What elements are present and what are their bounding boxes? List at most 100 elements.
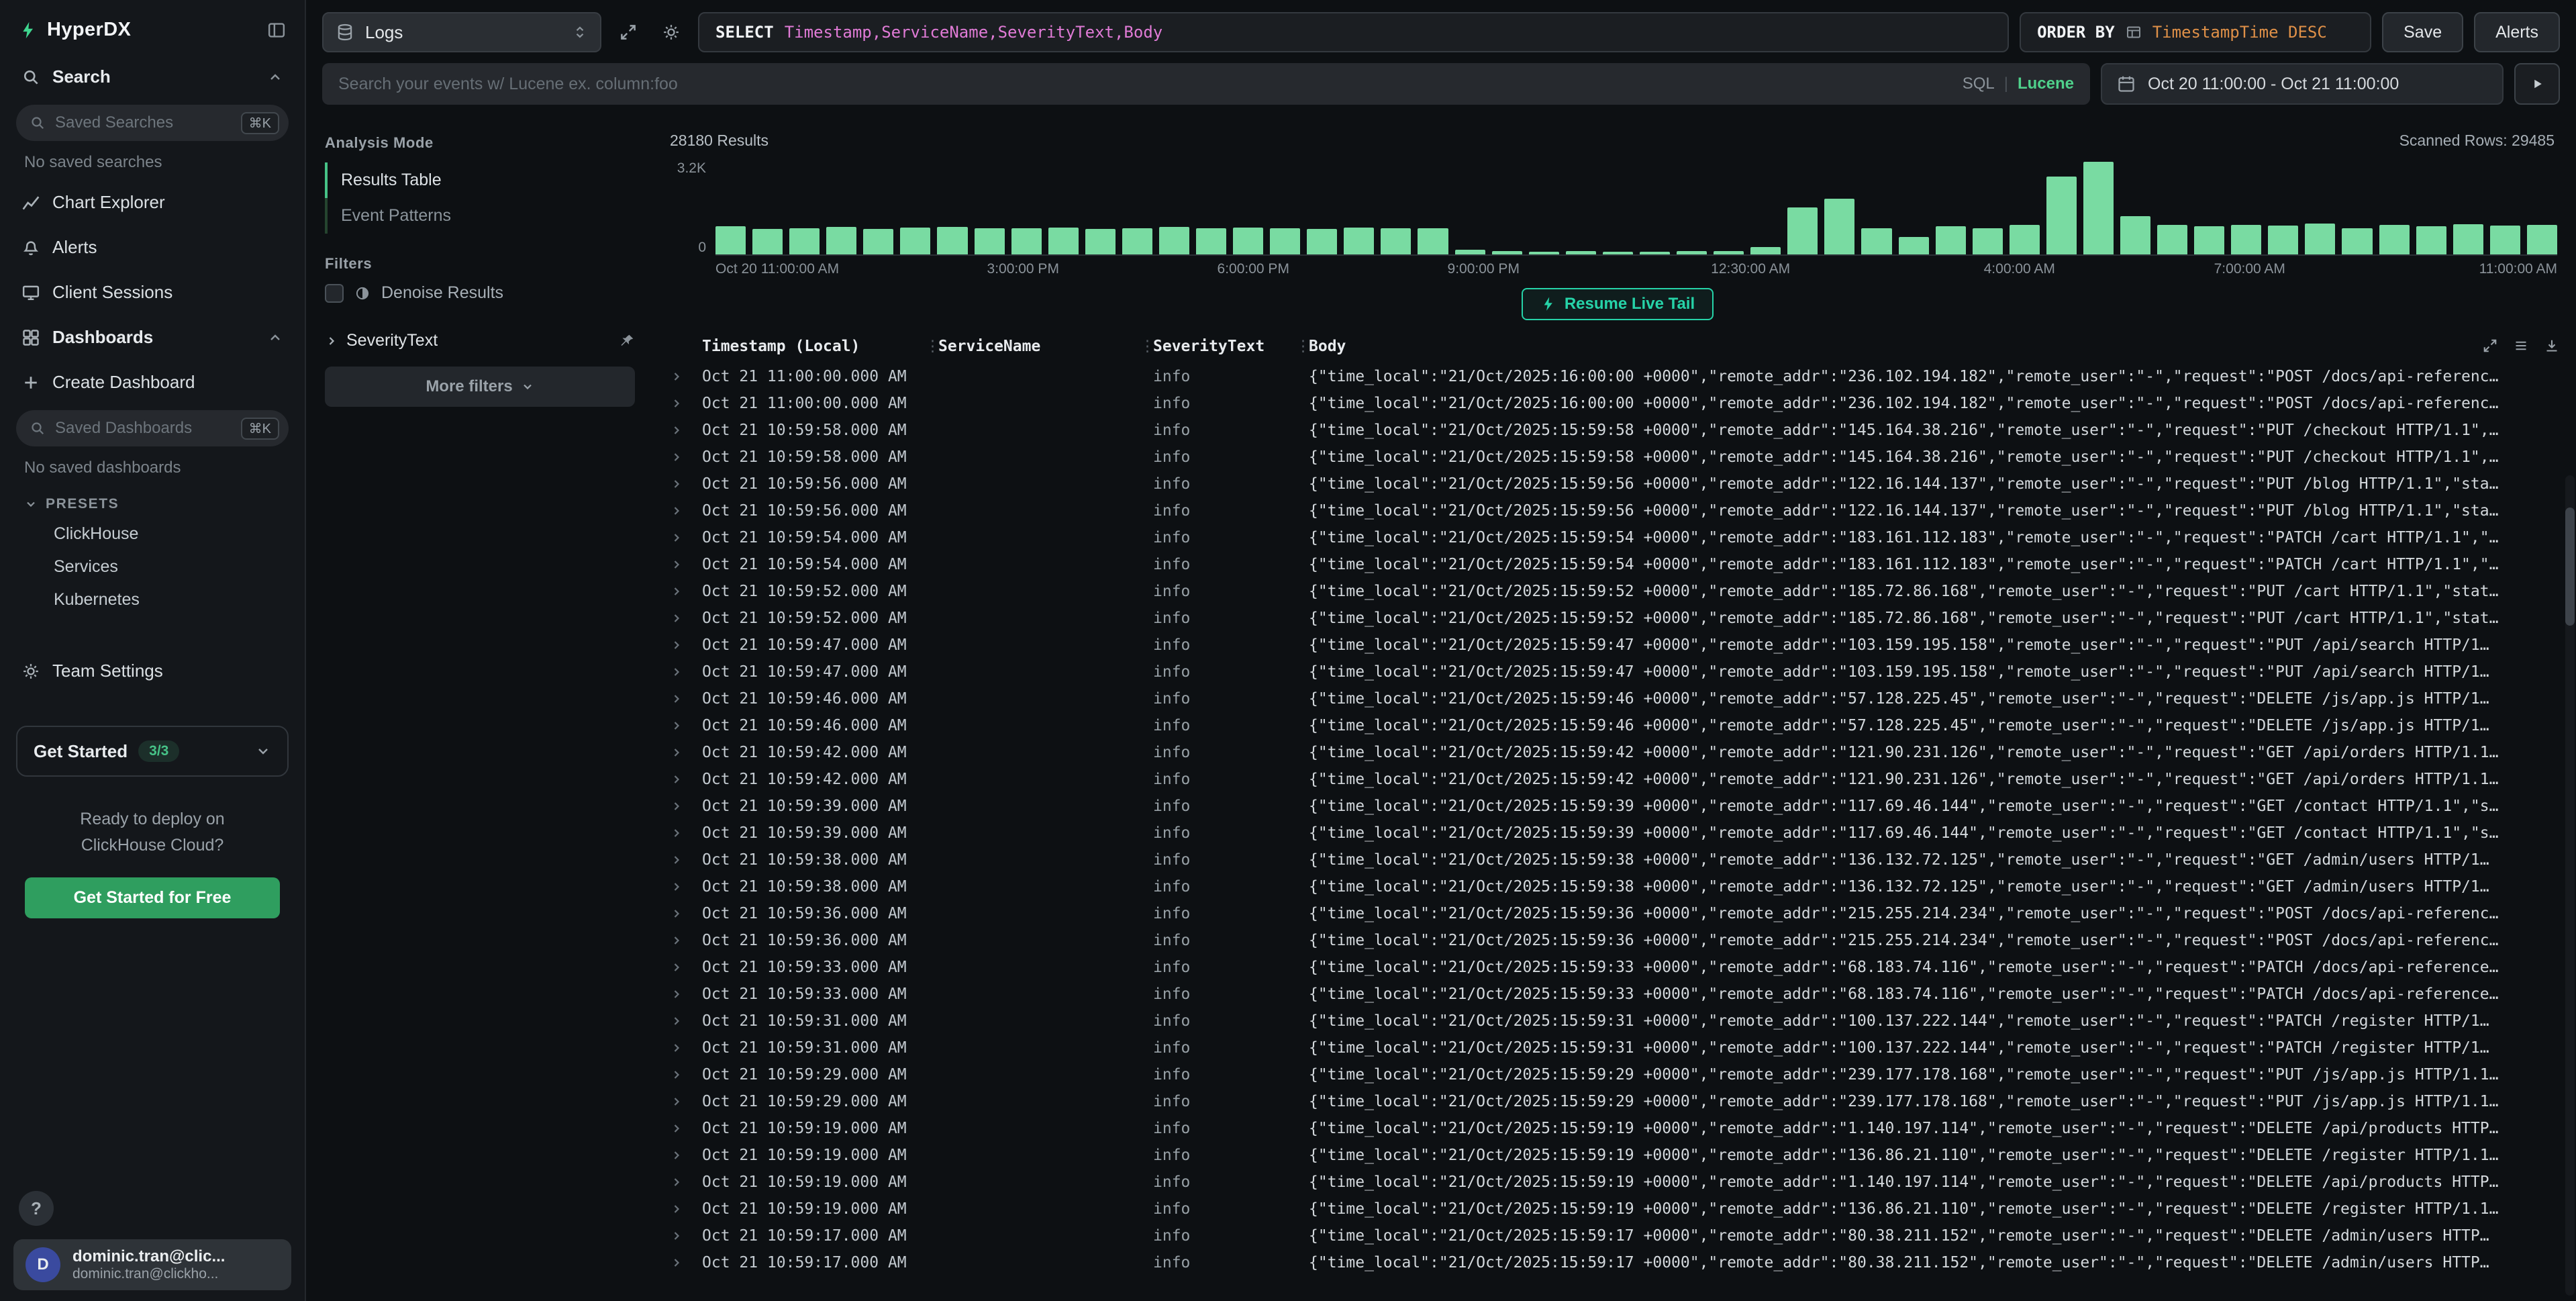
- table-expand-icon[interactable]: [2482, 338, 2498, 354]
- log-row[interactable]: Oct 21 10:59:36.000 AM info {"time_local…: [659, 900, 2576, 927]
- chevron-right-icon[interactable]: [670, 773, 683, 786]
- resize-input-button[interactable]: [612, 13, 644, 51]
- histogram-bar[interactable]: [1750, 247, 1781, 254]
- histogram-bar[interactable]: [1196, 228, 1226, 254]
- histogram-bar[interactable]: [2342, 228, 2372, 254]
- log-row[interactable]: Oct 21 10:59:52.000 AM info {"time_local…: [659, 605, 2576, 632]
- log-row[interactable]: Oct 21 10:59:36.000 AM info {"time_local…: [659, 927, 2576, 954]
- sidebar-item-search[interactable]: Search: [13, 57, 291, 97]
- pin-icon[interactable]: [619, 333, 635, 349]
- chevron-right-icon[interactable]: [670, 370, 683, 383]
- chevron-right-icon[interactable]: [670, 1095, 683, 1108]
- log-row[interactable]: Oct 21 11:00:00.000 AM info {"time_local…: [659, 390, 2576, 417]
- user-menu[interactable]: D dominic.tran@clic... dominic.tran@clic…: [13, 1239, 291, 1290]
- log-row[interactable]: Oct 21 10:59:38.000 AM info {"time_local…: [659, 847, 2576, 873]
- histogram-bar[interactable]: [2010, 225, 2040, 254]
- histogram-bar[interactable]: [1787, 207, 1818, 254]
- histogram-bar[interactable]: [1270, 228, 1300, 254]
- histogram-bar[interactable]: [1714, 251, 1744, 254]
- log-row[interactable]: Oct 21 10:59:39.000 AM info {"time_local…: [659, 820, 2576, 847]
- sidebar-item-clickhouse[interactable]: ClickHouse: [13, 518, 291, 550]
- chevron-right-icon[interactable]: [670, 1149, 683, 1162]
- chevron-right-icon[interactable]: [670, 826, 683, 840]
- get-started-cta-button[interactable]: Get Started for Free: [25, 877, 281, 918]
- chevron-right-icon[interactable]: [670, 987, 683, 1001]
- histogram-bar[interactable]: [1861, 228, 1891, 254]
- histogram-bar[interactable]: [789, 228, 820, 254]
- histogram-bar[interactable]: [1233, 228, 1263, 254]
- hyperdx-logo[interactable]: HyperDX: [19, 19, 131, 41]
- histogram-bar[interactable]: [2527, 225, 2557, 254]
- histogram-bar[interactable]: [2157, 225, 2187, 254]
- chevron-right-icon[interactable]: [670, 746, 683, 759]
- histogram-bar[interactable]: [2416, 226, 2446, 254]
- log-row[interactable]: Oct 21 10:59:47.000 AM info {"time_local…: [659, 659, 2576, 685]
- chevron-right-icon[interactable]: [670, 1041, 683, 1055]
- presets-toggle[interactable]: PRESETS: [13, 483, 291, 518]
- sidebar-item-chart-explorer[interactable]: Chart Explorer: [13, 183, 291, 222]
- histogram-bar[interactable]: [900, 228, 930, 254]
- column-separator-icon[interactable]: [925, 338, 938, 355]
- log-row[interactable]: Oct 21 10:59:19.000 AM info {"time_local…: [659, 1169, 2576, 1196]
- histogram-bar[interactable]: [1344, 228, 1374, 254]
- table-scrollbar[interactable]: [2565, 475, 2575, 1296]
- log-row[interactable]: Oct 21 10:59:19.000 AM info {"time_local…: [659, 1196, 2576, 1222]
- chevron-right-icon[interactable]: [670, 531, 683, 544]
- event-search-input[interactable]: Search your events w/ Lucene ex. column:…: [322, 63, 2090, 105]
- log-row[interactable]: Oct 21 10:59:47.000 AM info {"time_local…: [659, 632, 2576, 659]
- log-row[interactable]: Oct 21 10:59:17.000 AM info {"time_local…: [659, 1249, 2576, 1276]
- histogram-bar[interactable]: [1603, 252, 1633, 254]
- histogram-bars[interactable]: [715, 160, 2557, 256]
- histogram-bar[interactable]: [1159, 227, 1189, 254]
- chevron-right-icon[interactable]: [670, 585, 683, 598]
- log-row[interactable]: Oct 21 10:59:58.000 AM info {"time_local…: [659, 444, 2576, 471]
- scrollbar-thumb[interactable]: [2565, 508, 2575, 626]
- resume-live-tail-button[interactable]: Resume Live Tail: [1522, 288, 1714, 320]
- histogram-bar[interactable]: [937, 227, 967, 254]
- histogram-bar[interactable]: [1307, 229, 1337, 255]
- chevron-right-icon[interactable]: [670, 665, 683, 679]
- log-row[interactable]: Oct 21 10:59:33.000 AM info {"time_local…: [659, 954, 2576, 981]
- histogram-bar[interactable]: [1011, 228, 1042, 254]
- histogram-bar[interactable]: [2490, 226, 2520, 254]
- histogram-bar[interactable]: [2120, 216, 2150, 254]
- sql-mode-toggle[interactable]: SQL: [1963, 75, 1995, 93]
- histogram-bar[interactable]: [2046, 177, 2077, 254]
- col-timestamp[interactable]: Timestamp (Local): [702, 338, 925, 355]
- histogram-bar[interactable]: [1529, 252, 1559, 254]
- histogram-bar[interactable]: [1936, 226, 1966, 254]
- log-row[interactable]: Oct 21 10:59:42.000 AM info {"time_local…: [659, 766, 2576, 793]
- histogram-bar[interactable]: [863, 229, 893, 255]
- histogram-bar[interactable]: [1085, 229, 1116, 254]
- col-severitytext[interactable]: SeverityText: [1153, 338, 1295, 355]
- histogram-bar[interactable]: [2194, 226, 2224, 254]
- chevron-up-icon[interactable]: [267, 330, 283, 346]
- time-range-picker[interactable]: Oct 20 11:00:00 - Oct 21 11:00:00: [2101, 63, 2504, 105]
- histogram-bar[interactable]: [1455, 250, 1485, 254]
- log-row[interactable]: Oct 21 10:59:54.000 AM info {"time_local…: [659, 524, 2576, 551]
- histogram-bar[interactable]: [1566, 251, 1596, 254]
- histogram-bar[interactable]: [1640, 252, 1670, 254]
- chevron-right-icon[interactable]: [670, 1068, 683, 1081]
- histogram-bar[interactable]: [2379, 225, 2410, 254]
- log-row[interactable]: Oct 21 10:59:17.000 AM info {"time_local…: [659, 1222, 2576, 1249]
- get-started-card[interactable]: Get Started 3/3: [16, 726, 289, 777]
- histogram-bar[interactable]: [2305, 224, 2335, 254]
- chevron-up-icon[interactable]: [267, 69, 283, 85]
- log-row[interactable]: Oct 21 10:59:19.000 AM info {"time_local…: [659, 1142, 2576, 1169]
- histogram-bar[interactable]: [1122, 228, 1152, 254]
- chevron-right-icon[interactable]: [670, 907, 683, 920]
- log-row[interactable]: Oct 21 10:59:33.000 AM info {"time_local…: [659, 981, 2576, 1008]
- log-row[interactable]: Oct 21 10:59:31.000 AM info {"time_local…: [659, 1008, 2576, 1034]
- orderby-input[interactable]: ORDER BY TimestampTime DESC: [2020, 12, 2371, 52]
- mode-results-table[interactable]: Results Table: [325, 162, 635, 198]
- histogram-bar[interactable]: [1899, 237, 1929, 254]
- run-query-button[interactable]: [2514, 63, 2560, 105]
- log-row[interactable]: Oct 21 10:59:46.000 AM info {"time_local…: [659, 712, 2576, 739]
- histogram-bar[interactable]: [2231, 225, 2261, 254]
- chevron-right-icon[interactable]: [670, 692, 683, 706]
- log-row[interactable]: Oct 21 10:59:31.000 AM info {"time_local…: [659, 1034, 2576, 1061]
- log-row[interactable]: Oct 21 10:59:56.000 AM info {"time_local…: [659, 497, 2576, 524]
- chevron-right-icon[interactable]: [670, 477, 683, 491]
- sidebar-item-team-settings[interactable]: Team Settings: [13, 651, 291, 691]
